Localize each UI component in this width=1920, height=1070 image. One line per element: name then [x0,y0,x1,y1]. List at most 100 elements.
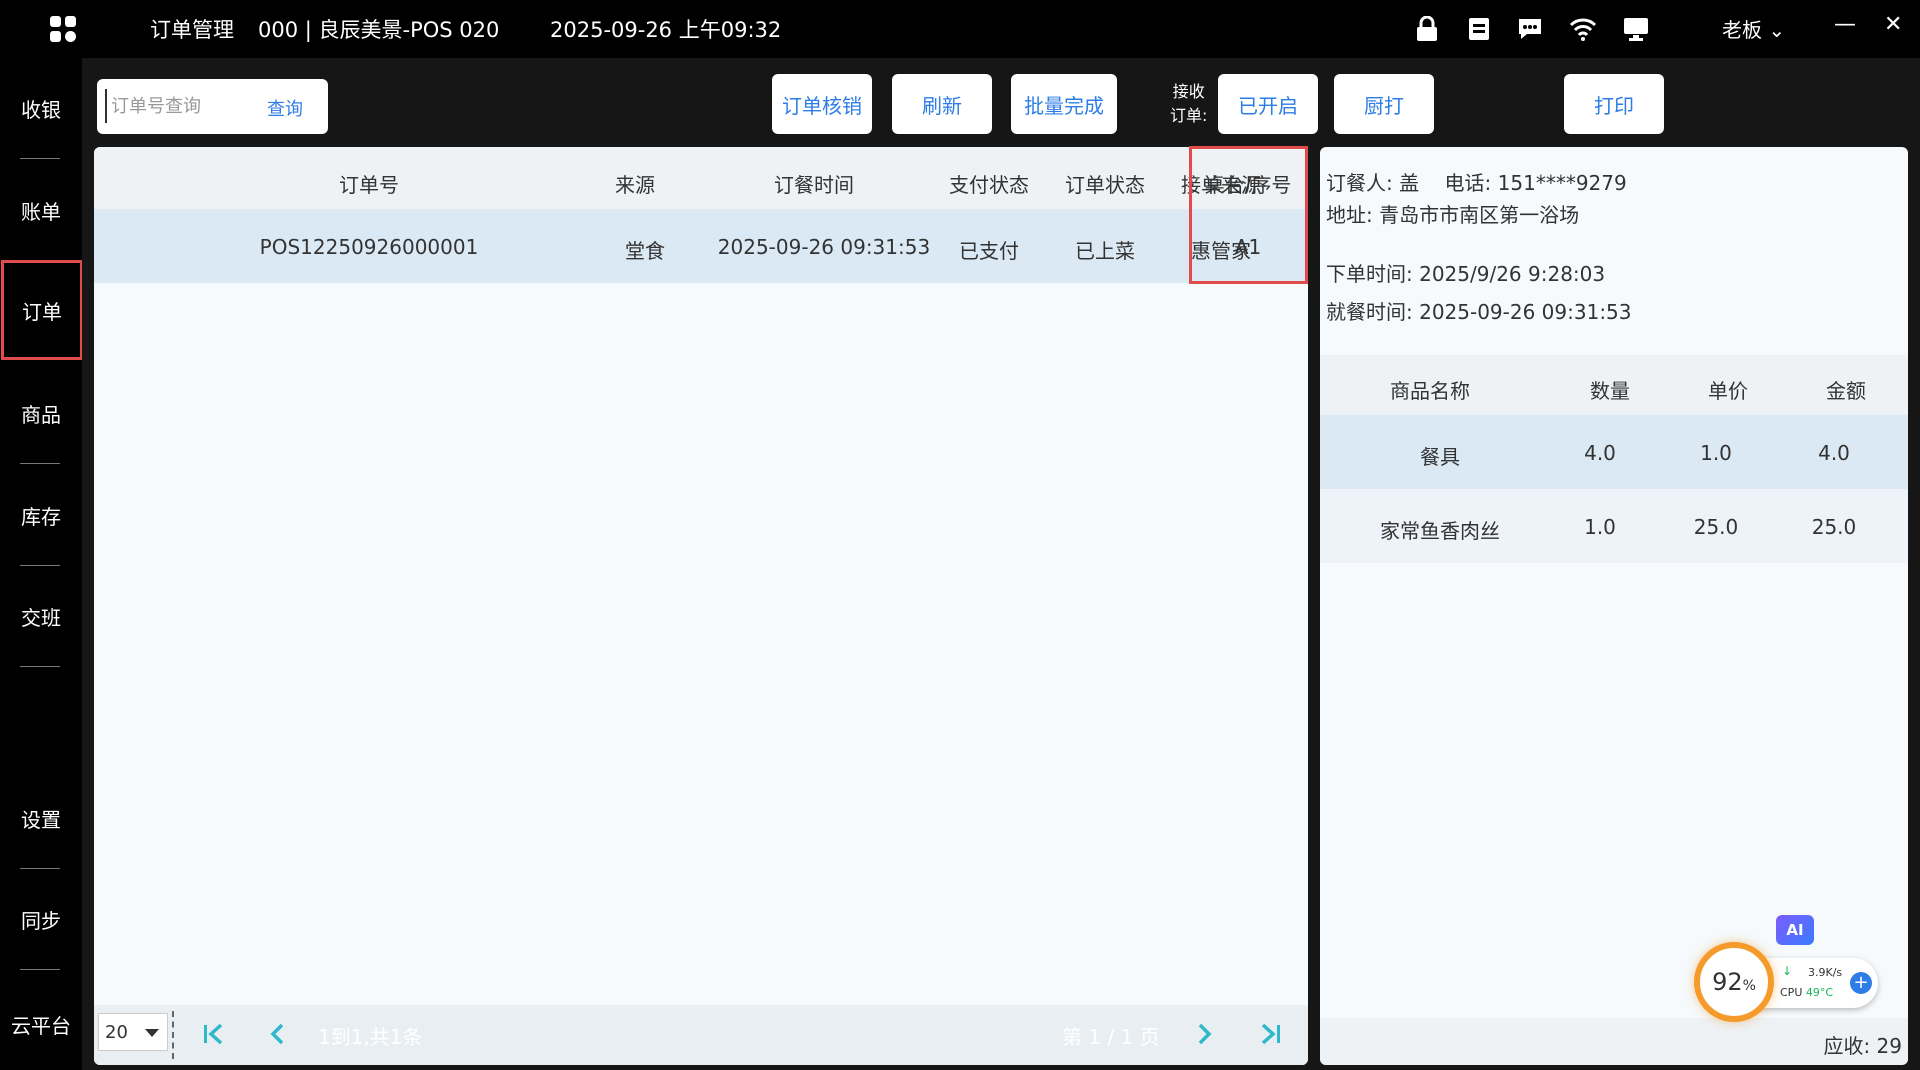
sidebar-item-shift[interactable]: 交班 [0,586,82,646]
detail-table-header: 商品名称 数量 单价 金额 [1320,355,1908,415]
print-button[interactable]: 打印 [1564,74,1664,134]
memory-usage-ring[interactable]: 92% [1694,942,1774,1022]
cell-order-no: POS12250926000001 [259,235,479,259]
verify-order-button[interactable]: 订单核销 [772,74,872,134]
user-menu[interactable]: 老板 ⌄ [1722,14,1785,43]
sidebar-item-orders[interactable]: 订单 [1,260,83,360]
col-qty: 数量 [1590,379,1630,403]
cell-product-name: 餐具 [1420,445,1460,469]
store-name: 000 | 良辰美景-POS 020 [258,18,500,42]
amount-due: 应收: 29 [1823,1034,1902,1058]
receive-label-line2: 订单: [1170,106,1208,125]
col-product-name: 商品名称 [1390,379,1470,403]
cell-unit-price: 1.0 [1700,441,1732,465]
col-order-time: 订餐时间 [774,173,854,197]
refresh-button[interactable]: 刷新 [892,74,992,134]
memory-percent: 92 [1712,968,1743,996]
table-row[interactable]: POS12250926000001 堂食 2025-09-26 09:31:53… [94,209,1308,283]
batch-complete-button[interactable]: 批量完成 [1011,74,1117,134]
page-size-value: 20 [105,1021,128,1043]
col-amount: 金额 [1826,379,1866,403]
lock-icon[interactable] [1412,14,1442,44]
receive-enabled-button[interactable]: 已开启 [1218,74,1318,134]
first-page-icon[interactable] [184,1013,244,1055]
cell-qty: 4.0 [1584,441,1616,465]
download-arrow-icon: ↓ [1782,964,1793,978]
cell-order-status: 已上菜 [1075,239,1135,263]
sidebar-divider [20,565,60,566]
sidebar-item-products[interactable]: 商品 [0,383,82,443]
detail-dine-time: 就餐时间: 2025-09-26 09:31:53 [1326,300,1632,324]
app-grid-icon[interactable] [50,16,78,44]
cell-unit-price: 25.0 [1693,515,1739,539]
close-button[interactable]: ✕ [1884,12,1902,37]
pager-page-info: 第 1 / 1 页 [1062,1025,1160,1049]
sidebar-divider [20,969,60,970]
cell-pay-status: 已支付 [959,239,1019,263]
memory-percent-unit: % [1742,978,1756,994]
detail-phone: 电话: 151****9279 [1444,171,1627,195]
message-icon[interactable] [1515,14,1545,44]
monitor-icon[interactable] [1621,14,1651,44]
sidebar-item-cloud[interactable]: 云平台 [0,994,82,1054]
col-order-no: 订单号 [339,173,399,197]
kitchen-print-button[interactable]: 厨打 [1334,74,1434,134]
receive-label-line1: 接收 [1172,82,1205,101]
sidebar-divider [20,666,60,667]
detail-address: 地址: 青岛市市南区第一浴场 [1326,203,1580,227]
prev-page-icon[interactable] [248,1013,308,1055]
sidebar-item-bills[interactable]: 账单 [0,180,82,240]
sidebar-item-settings[interactable]: 设置 [0,788,82,848]
cell-order-time: 2025-09-26 09:31:53 [717,235,931,259]
order-detail-panel: 订餐人: 盖 电话: 151****9279 地址: 青岛市市南区第一浴场 下单… [1320,147,1908,1065]
datetime-display: 2025-09-26 上午09:32 [550,18,782,42]
search-box: 查询 [97,79,328,134]
col-unit-price: 单价 [1708,379,1748,403]
search-button[interactable]: 查询 [267,95,303,121]
ai-assistant-button[interactable]: AI [1776,915,1814,945]
sidebar-divider [20,868,60,869]
last-page-icon[interactable] [1240,1013,1300,1055]
cpu-label: CPU [1780,986,1803,999]
col-source: 来源 [615,173,655,197]
page-title: 订单管理 [150,18,234,42]
orders-table-header: 订单号 来源 订餐时间 支付状态 订单状态 接单来源 桌台/序号 [94,147,1308,209]
title-bar: 订单管理 000 | 良辰美景-POS 020 2025-09-26 上午09:… [0,0,1920,58]
receive-orders-label: 接收 订单: [1170,80,1207,128]
detail-customer-name: 订餐人: 盖 [1326,171,1420,195]
detail-customer: 订餐人: 盖 电话: 151****9279 [1326,167,1627,196]
sidebar-divider [20,463,60,464]
cpu-temp-value: 49°C [1805,986,1834,999]
table-no-highlight [1189,146,1308,284]
detail-order-time: 下单时间: 2025/9/26 9:28:03 [1326,262,1606,286]
cell-qty: 1.0 [1584,515,1616,539]
order-search-input[interactable] [105,89,255,123]
sidebar-item-sync[interactable]: 同步 [0,889,82,949]
detail-footer: 应收: 29 [1320,1018,1908,1065]
orders-table: 订单号 来源 订餐时间 支付状态 订单状态 接单来源 桌台/序号 POS1225… [94,147,1308,1065]
page-size-select[interactable]: 20 [98,1013,168,1051]
sidebar-divider [20,158,60,159]
col-order-status: 订单状态 [1065,173,1145,197]
pager-summary: 1到1,共1条 [318,1025,423,1049]
cell-amount: 4.0 [1818,441,1850,465]
cpu-temperature: CPU 49°C [1780,986,1833,999]
sidebar-item-inventory[interactable]: 库存 [0,485,82,545]
pager-divider [172,1011,174,1059]
wifi-icon[interactable] [1568,14,1598,44]
cell-source: 堂食 [625,239,665,263]
chevron-down-icon [145,1029,159,1037]
minimize-button[interactable]: — [1834,12,1856,37]
detail-row[interactable]: 餐具 4.0 1.0 4.0 [1320,415,1908,489]
sidebar-item-cashier[interactable]: 收银 [0,78,82,138]
sidebar: 收银 账单 订单 商品 库存 交班 设置 同步 云平台 [0,58,83,1070]
cell-amount: 25.0 [1811,515,1857,539]
cell-product-name: 家常鱼香肉丝 [1380,519,1500,543]
cash-drawer-icon[interactable] [1464,14,1494,44]
pagination-bar: 20 1到1,共1条 第 1 / 1 页 [94,1005,1308,1065]
col-pay-status: 支付状态 [949,173,1029,197]
network-speed: 3.9K/s [1808,966,1843,979]
detail-row[interactable]: 家常鱼香肉丝 1.0 25.0 25.0 [1320,489,1908,563]
plus-icon[interactable]: + [1850,972,1872,994]
next-page-icon[interactable] [1174,1013,1234,1055]
